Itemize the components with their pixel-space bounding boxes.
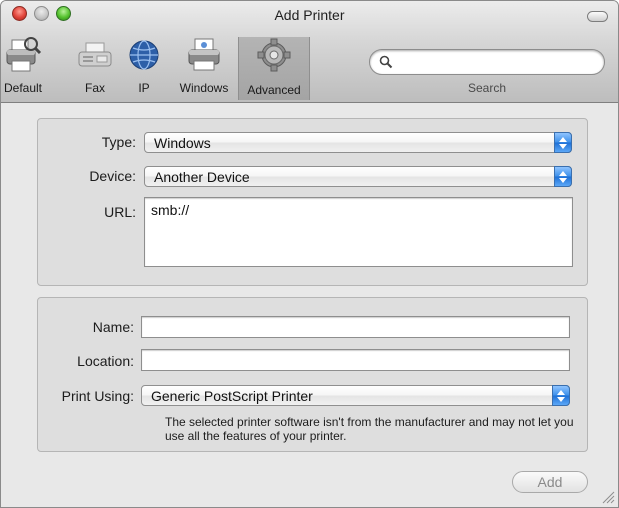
toolbar-item-windows[interactable]: Windows	[173, 35, 235, 99]
toolbar-item-advanced[interactable]: Advanced	[238, 37, 310, 100]
location-field[interactable]	[141, 349, 570, 371]
name-label: Name:	[92, 319, 134, 335]
add-button[interactable]: Add	[512, 471, 588, 493]
toolbar-item-default[interactable]: Default	[1, 35, 45, 99]
name-field[interactable]	[141, 316, 570, 338]
location-label: Location:	[77, 353, 134, 369]
name-input[interactable]	[142, 317, 569, 337]
location-input[interactable]	[142, 350, 569, 370]
toolbar-label-windows: Windows	[179, 81, 229, 95]
driver-warning-note: The selected printer software isn't from…	[165, 415, 574, 443]
type-popup[interactable]: Windows	[144, 132, 572, 153]
title-toolbar: Add Printer Default Fax IP Windows Advan…	[1, 1, 618, 103]
print-using-popup[interactable]: Generic PostScript Printer	[141, 385, 570, 406]
print-using-label: Print Using:	[61, 388, 134, 404]
popup-arrows-icon	[552, 385, 570, 406]
search-input[interactable]	[396, 53, 596, 73]
globe-icon	[124, 35, 164, 75]
url-field[interactable]: smb://	[144, 197, 573, 267]
toolbar-label-fax: Fax	[84, 81, 105, 95]
windows-printer-icon	[184, 35, 224, 75]
type-label: Type:	[101, 134, 136, 150]
window-title: Add Printer	[274, 7, 345, 23]
device-popup[interactable]: Another Device	[144, 166, 572, 187]
search-field[interactable]	[369, 49, 605, 75]
popup-arrows-icon	[554, 132, 572, 153]
toolbar-item-fax[interactable]: Fax	[75, 35, 115, 99]
toolbar-label-default: Default	[3, 81, 43, 95]
fax-icon	[75, 35, 115, 75]
resize-grip-icon[interactable]	[601, 490, 615, 504]
print-using-value: Generic PostScript Printer	[151, 388, 313, 404]
toolbar-item-ip[interactable]: IP	[129, 35, 159, 99]
default-printer-icon	[3, 35, 43, 75]
gear-icon	[254, 35, 294, 75]
toolbar-label-advanced: Advanced	[247, 83, 301, 97]
type-value: Windows	[154, 135, 211, 151]
toolbar-toggle-button[interactable]	[587, 11, 608, 22]
device-value: Another Device	[154, 169, 250, 185]
add-printer-window: Add Printer Default Fax IP Windows Advan…	[0, 0, 619, 508]
magnifier-icon	[379, 55, 393, 69]
popup-arrows-icon	[554, 166, 572, 187]
search-label: Search	[467, 81, 507, 95]
url-label: URL:	[104, 204, 136, 220]
toolbar-label-ip: IP	[138, 81, 150, 95]
device-label: Device:	[89, 168, 136, 184]
